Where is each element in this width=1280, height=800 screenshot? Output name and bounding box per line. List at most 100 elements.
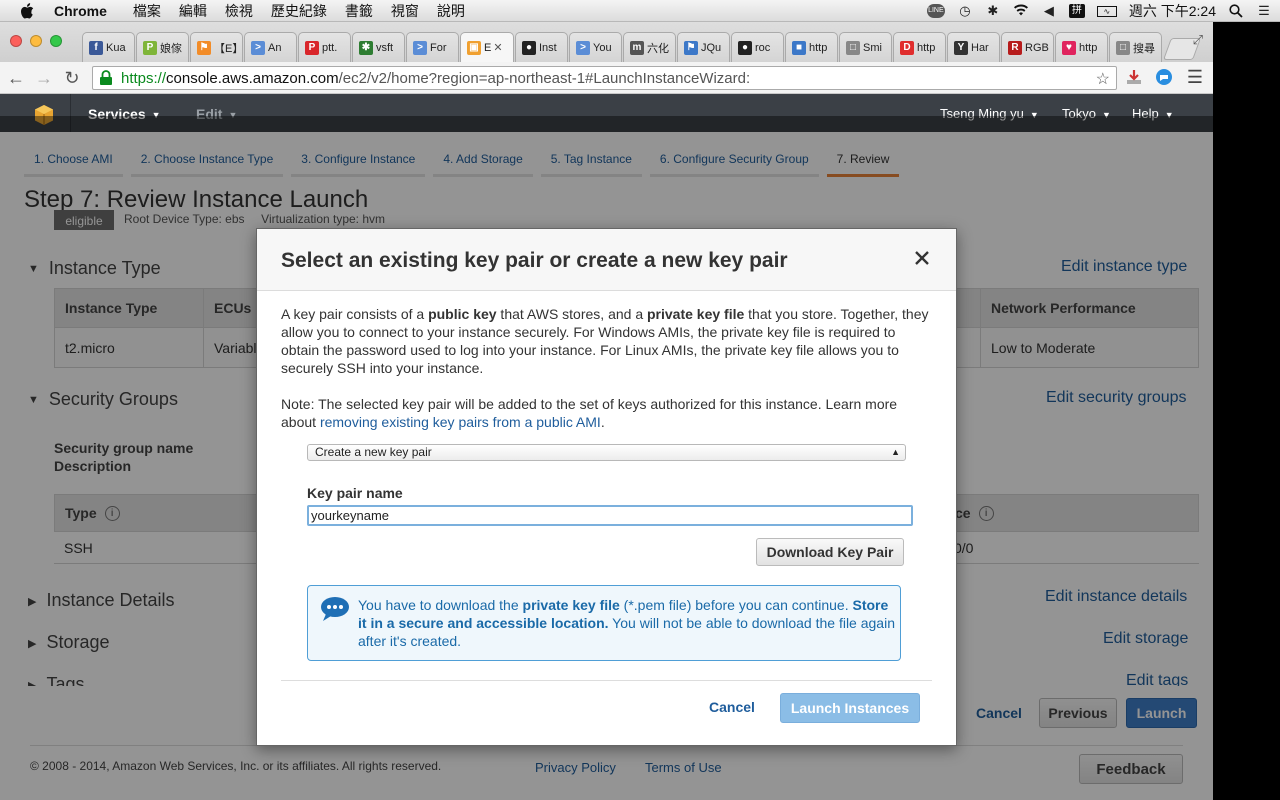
tab-label: Har: [971, 41, 989, 54]
favicon-icon: m: [630, 40, 644, 55]
time-machine-icon[interactable]: ◷: [957, 4, 973, 18]
menu-file[interactable]: 檔案: [133, 0, 161, 22]
minimize-window-button[interactable]: [30, 35, 42, 47]
tab-label: RGB: [1025, 41, 1049, 54]
browser-tab[interactable]: ⚑ 【E】: [190, 32, 243, 62]
browser-tab[interactable]: Y Har: [947, 32, 1000, 62]
browser-tab[interactable]: ▣ E ✕: [460, 32, 514, 62]
menu-help[interactable]: 說明: [437, 0, 465, 22]
input-method-icon[interactable]: 拼: [1068, 4, 1085, 18]
favicon-icon: f: [89, 40, 103, 55]
spotlight-search-icon[interactable]: [1228, 4, 1244, 18]
tab-label: vsft: [376, 41, 394, 54]
close-window-button[interactable]: [10, 35, 22, 47]
browser-tab[interactable]: ♥ http: [1055, 32, 1108, 62]
address-bar[interactable]: https://console.aws.amazon.com/ec2/v2/ho…: [92, 66, 1117, 90]
browser-tab[interactable]: R RGB: [1001, 32, 1054, 62]
favicon-icon: ▣: [467, 40, 481, 55]
browser-tab[interactable]: m 六化: [623, 32, 676, 62]
forward-arrow-icon[interactable]: →: [34, 68, 54, 88]
key-pair-explanation: A key pair consists of a public key that…: [281, 306, 929, 376]
chat-bubble-icon: [320, 596, 350, 622]
download-extension-icon[interactable]: [1124, 67, 1144, 87]
browser-tab[interactable]: ● Inst: [515, 32, 568, 62]
tab-label: For: [430, 41, 447, 54]
menu-bookmarks[interactable]: 書籤: [345, 0, 373, 22]
close-icon[interactable]: [912, 249, 932, 269]
menu-app-name[interactable]: Chrome: [54, 0, 107, 22]
back-arrow-icon[interactable]: ←: [6, 68, 26, 88]
menu-edit[interactable]: 編輯: [179, 0, 207, 22]
menu-view[interactable]: 檢視: [225, 0, 253, 22]
favicon-icon: ■: [792, 40, 806, 55]
favicon-icon: ●: [738, 40, 752, 55]
tab-label: You: [593, 41, 612, 54]
remove-key-pairs-link[interactable]: removing existing key pairs from a publi…: [320, 414, 601, 430]
key-pair-name-input[interactable]: [307, 505, 913, 526]
favicon-icon: ✱: [359, 40, 373, 55]
bluetooth-icon[interactable]: ✱: [985, 4, 1001, 18]
favicon-icon: >: [576, 40, 590, 55]
battery-icon[interactable]: ∿: [1096, 5, 1117, 17]
wifi-icon[interactable]: [1013, 4, 1029, 18]
download-warning-text: You have to download the private key fil…: [358, 597, 895, 649]
tab-label: http: [1079, 41, 1098, 54]
browser-tab[interactable]: ✱ vsft: [352, 32, 405, 62]
favicon-icon: P: [305, 40, 319, 55]
fullscreen-icon[interactable]: ⤢: [1193, 32, 1203, 48]
dialog-title: Select an existing key pair or create a …: [281, 249, 788, 272]
close-tab-icon[interactable]: ✕: [493, 41, 502, 54]
launch-instances-button[interactable]: Launch Instances: [780, 693, 920, 723]
line-icon[interactable]: LINE: [926, 4, 945, 18]
browser-tab[interactable]: > An: [244, 32, 297, 62]
clock[interactable]: 週六 下午2:24: [1129, 1, 1216, 21]
browser-tab[interactable]: □ 搜尋: [1109, 32, 1162, 62]
volume-icon[interactable]: ◀: [1041, 4, 1057, 18]
browser-tabs: f Kua P 娘傢 ⚑ 【E】 > An Pptt. ✱ vsft > For ▣ E ✕ ● Inst > You…: [82, 32, 1202, 62]
url-text[interactable]: https://console.aws.amazon.com/ec2/v2/ho…: [121, 70, 750, 87]
browser-tab[interactable]: P 娘傢: [136, 32, 189, 62]
status-area: LINE ◷ ✱ ◀ 拼 ∿ 週六 下午2:24 ☰: [926, 0, 1272, 22]
lock-icon: [99, 70, 115, 86]
tab-label: 【E】: [214, 42, 243, 55]
browser-tab[interactable]: Dhttp: [893, 32, 946, 62]
tab-label: 娘傢: [160, 42, 182, 55]
select-arrows-icon: ▲: [891, 447, 900, 457]
menu-history[interactable]: 歷史紀錄: [271, 0, 327, 22]
favicon-icon: R: [1008, 40, 1022, 55]
favicon-icon: ●: [522, 40, 536, 55]
key-pair-dialog: Select an existing key pair or create a …: [256, 228, 957, 746]
browser-tab[interactable]: ■ http: [785, 32, 838, 62]
favicon-icon: ♥: [1062, 40, 1076, 55]
desktop-edge: [1213, 22, 1280, 800]
zoom-window-button[interactable]: [50, 35, 62, 47]
browser-tab[interactable]: ⚑ JQu: [677, 32, 730, 62]
tab-label: http: [917, 41, 936, 54]
apple-menu-icon[interactable]: [18, 2, 36, 20]
reload-icon[interactable]: ↻: [62, 68, 82, 88]
download-warning-box: You have to download the private key fil…: [307, 585, 901, 661]
chrome-menu-icon[interactable]: ☰: [1185, 67, 1205, 87]
key-pair-name-label: Key pair name: [307, 485, 403, 501]
browser-tab[interactable]: ● roc: [731, 32, 784, 62]
notification-center-icon[interactable]: ☰: [1256, 4, 1272, 18]
menu-window[interactable]: 視窗: [391, 0, 419, 22]
tab-label: E: [484, 41, 492, 54]
browser-tab[interactable]: Pptt.: [298, 32, 351, 62]
browser-tab[interactable]: □ Smi: [839, 32, 892, 62]
dialog-divider: [281, 680, 932, 681]
extension-chat-icon[interactable]: [1154, 67, 1174, 87]
favicon-icon: ⚑: [197, 40, 211, 55]
key-pair-option-select[interactable]: Create a new key pair ▲: [307, 444, 906, 461]
tab-label: ptt.: [322, 41, 338, 54]
tab-label: JQu: [701, 41, 722, 54]
tab-label: Smi: [863, 41, 882, 54]
window-controls: [10, 35, 62, 47]
bookmark-star-icon[interactable]: ☆: [1096, 69, 1110, 89]
download-key-pair-button[interactable]: Download Key Pair: [756, 538, 904, 566]
browser-tab[interactable]: f Kua: [82, 32, 135, 62]
browser-tab[interactable]: > You: [569, 32, 622, 62]
tab-label: http: [809, 41, 828, 54]
cancel-button[interactable]: Cancel: [709, 699, 755, 715]
browser-tab[interactable]: > For: [406, 32, 459, 62]
